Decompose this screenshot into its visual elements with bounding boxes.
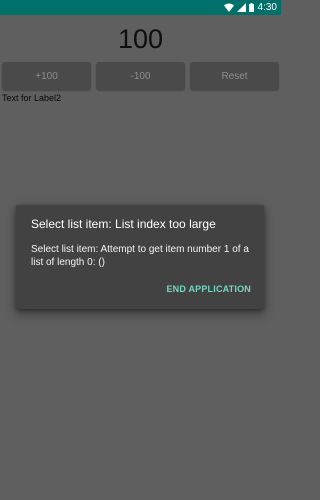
status-time: 4:30 (257, 2, 277, 13)
reset-button[interactable]: Reset (190, 62, 279, 90)
dialog-message: Select list item: Attempt to get item nu… (31, 244, 249, 268)
status-icons: 4:30 (223, 0, 277, 17)
signal-icon (236, 0, 246, 17)
wifi-icon (223, 0, 234, 17)
subtract-100-button[interactable]: -100 (96, 62, 185, 90)
battery-icon (248, 0, 254, 17)
counter-value: 100 (117, 24, 164, 54)
status-bar: 4:30 (0, 0, 281, 15)
add-100-button[interactable]: +100 (2, 62, 91, 90)
end-application-button[interactable]: END APPLICATION (166, 284, 251, 295)
label2: Text for Label2 (2, 93, 62, 103)
dialog-title: Select list item: List index too large (31, 217, 216, 231)
error-dialog: Select list item: List index too large S… (16, 205, 264, 309)
